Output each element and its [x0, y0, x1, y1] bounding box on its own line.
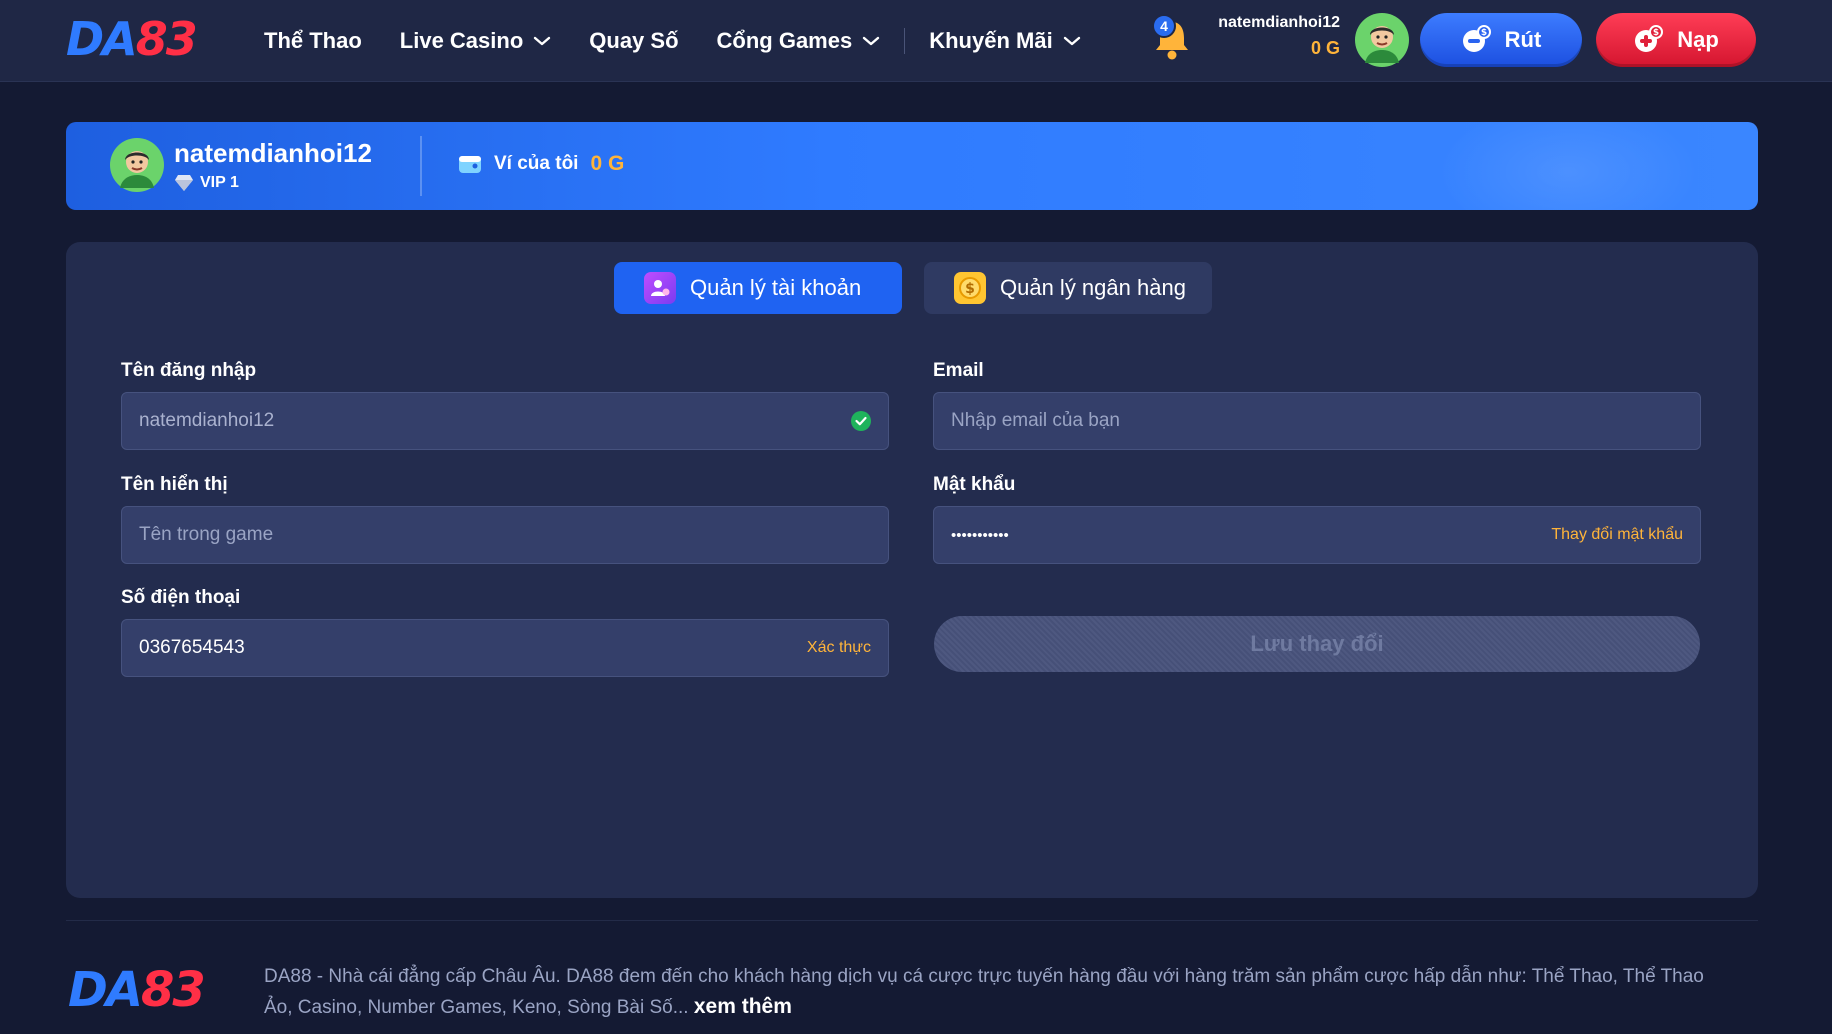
account-panel: Quản lý tài khoản $ Quản lý ngân hàng Tê…	[66, 242, 1758, 898]
top-header: DA 83 Thể Thao Live Casino Quay Số Cổng G…	[0, 0, 1832, 82]
nav-item-cong-games[interactable]: Cổng Games	[717, 28, 881, 54]
banner-divider	[420, 136, 422, 196]
coin-out-icon: $	[1462, 25, 1491, 52]
chevron-down-icon	[863, 36, 880, 46]
chevron-down-icon	[1063, 36, 1080, 46]
svg-text:$: $	[965, 281, 975, 297]
display-name-field-wrapper	[121, 506, 889, 564]
email-label: Email	[933, 360, 984, 381]
password-label: Mật khẩu	[933, 474, 1016, 495]
wallet-info: Ví của tôi 0 G	[458, 152, 624, 176]
display-name-field[interactable]	[139, 524, 871, 546]
user-gear-icon	[644, 272, 676, 304]
brand-logo[interactable]: DA 83	[66, 16, 198, 62]
dollar-coin-icon: $	[954, 272, 986, 304]
email-field[interactable]	[951, 410, 1683, 432]
deposit-button[interactable]: $ Nạp	[1596, 13, 1756, 67]
notification-badge: 4	[1152, 14, 1176, 38]
nav-item-the-thao[interactable]: Thể Thao	[264, 28, 362, 54]
nav-item-live-casino[interactable]: Live Casino	[400, 28, 551, 54]
tab-account-management[interactable]: Quản lý tài khoản	[614, 262, 902, 314]
change-password-link[interactable]: Thay đổi mật khẩu	[1551, 526, 1683, 544]
nav-item-khuyen-mai[interactable]: Khuyến Mãi	[929, 28, 1080, 54]
banner-decoration	[1438, 122, 1698, 210]
username-field: natemdianhoi12	[121, 392, 889, 450]
svg-text:$: $	[1653, 28, 1659, 38]
diamond-icon	[175, 175, 193, 191]
read-more-link[interactable]: xem thêm	[694, 995, 792, 1018]
profile-username: natemdianhoi12	[174, 138, 372, 168]
phone-label: Số điện thoại	[121, 587, 241, 608]
nav-item-quay-so[interactable]: Quay Số	[589, 28, 678, 54]
header-username: natemdianhoi12	[1218, 14, 1340, 31]
footer-divider	[66, 920, 1758, 921]
chevron-down-icon	[534, 36, 551, 46]
password-field: ••••••••••• Thay đổi mật khẩu	[933, 506, 1701, 564]
email-field-wrapper	[933, 392, 1701, 450]
header-user-info: natemdianhoi12 0 G	[1218, 14, 1340, 59]
phone-value: 0367654543	[139, 637, 245, 658]
vip-level: VIP 1	[174, 174, 239, 192]
withdraw-button[interactable]: $ Rút	[1420, 13, 1582, 67]
coin-plus-icon: $	[1635, 25, 1664, 52]
wallet-balance: 0 G	[590, 152, 625, 175]
username-label: Tên đăng nhập	[121, 360, 257, 381]
svg-text:$: $	[1481, 28, 1487, 38]
display-name-label: Tên hiển thị	[121, 474, 228, 495]
main-nav: Thể Thao Live Casino Quay Số Cổng Games …	[264, 0, 1119, 82]
footer-description: DA88 - Nhà cái đẳng cấp Châu Âu. DA88 đe…	[264, 966, 1704, 1018]
password-value: •••••••••••	[951, 526, 1009, 544]
footer-logo: DA83	[68, 962, 206, 1018]
tab-bank-management[interactable]: $ Quản lý ngân hàng	[924, 262, 1212, 314]
save-button[interactable]: Lưu thay đổi	[934, 616, 1700, 672]
nav-divider	[904, 28, 906, 54]
header-balance: 0 G	[1310, 38, 1340, 58]
tabs: Quản lý tài khoản $ Quản lý ngân hàng	[614, 262, 1212, 314]
avatar[interactable]	[1355, 13, 1409, 67]
profile-banner: natemdianhoi12 VIP 1 Ví của tôi 0 G	[66, 122, 1758, 210]
avatar	[110, 138, 164, 192]
verify-phone-link[interactable]: Xác thực	[807, 639, 871, 657]
check-circle-icon	[851, 411, 871, 431]
phone-field: 0367654543 Xác thực	[121, 619, 889, 677]
wallet-icon	[459, 156, 481, 173]
username-value: natemdianhoi12	[139, 410, 275, 431]
